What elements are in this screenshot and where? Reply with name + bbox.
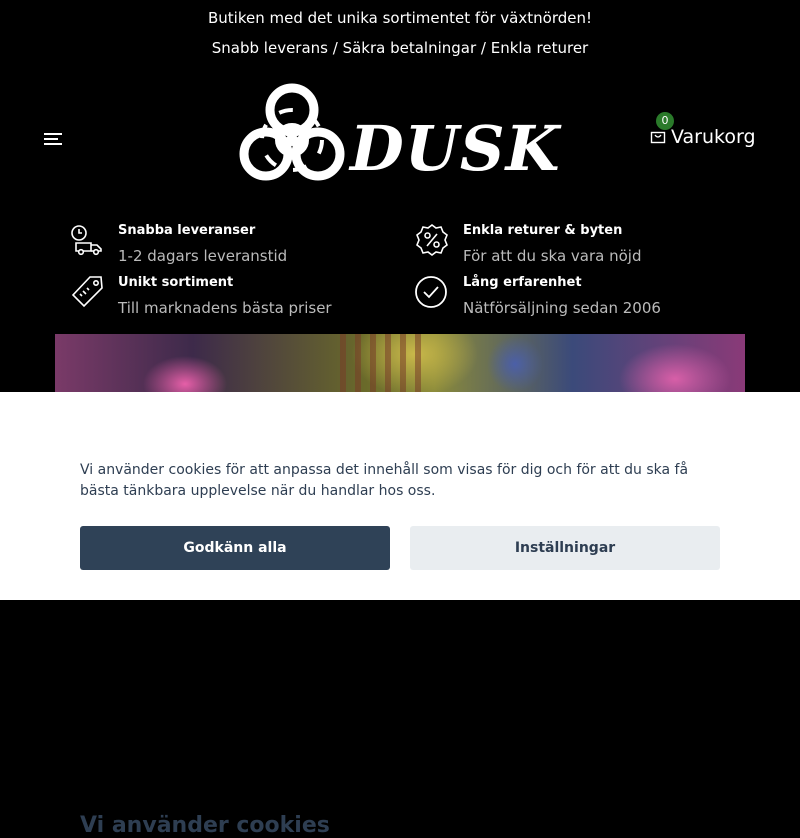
cookie-title: Vi använder cookies [80, 813, 330, 838]
shopping-bag-icon [650, 131, 666, 144]
check-circle-icon [415, 276, 447, 308]
announcement-line-1: Butiken med det unika sortimentet för vä… [208, 9, 592, 27]
logo-wordmark: DUSK [350, 112, 561, 185]
site-logo[interactable]: DUSK [232, 78, 560, 198]
feature-subtitle: För att du ska vara nöjd [463, 247, 642, 265]
feature-title: Enkla returer & byten [463, 223, 623, 238]
announcement-line-2: Snabb leverans / Säkra betalningar / Enk… [211, 39, 589, 57]
cookie-settings-button[interactable]: Inställningar [410, 526, 720, 570]
percent-badge-icon [416, 224, 448, 256]
feature-subtitle: Till marknadens bästa priser [118, 299, 332, 317]
hero-image[interactable] [55, 334, 745, 392]
biohazard-logo-icon [239, 83, 345, 181]
feature-title: Snabba leveranser [118, 223, 256, 238]
cart-label: Varukorg [671, 126, 756, 148]
feature-subtitle: 1-2 dagars leveranstid [118, 247, 288, 265]
hamburger-icon[interactable] [44, 131, 62, 147]
price-tag-icon [71, 276, 103, 308]
announcement-bar: Butiken med det unika sortimentet för vä… [0, 0, 800, 68]
accept-all-button[interactable]: Godkänn alla [80, 526, 390, 570]
cookie-description: Vi använder cookies för att anpassa det … [80, 462, 689, 499]
delivery-truck-icon [71, 225, 102, 256]
feature-title: Lång erfarenhet [463, 275, 582, 290]
feature-title: Unikt sortiment [118, 275, 234, 290]
cookie-banner: Vi använder cookies Vi använder cookies … [0, 392, 800, 838]
feature-subtitle: Nätförsäljning sedan 2006 [463, 299, 661, 317]
